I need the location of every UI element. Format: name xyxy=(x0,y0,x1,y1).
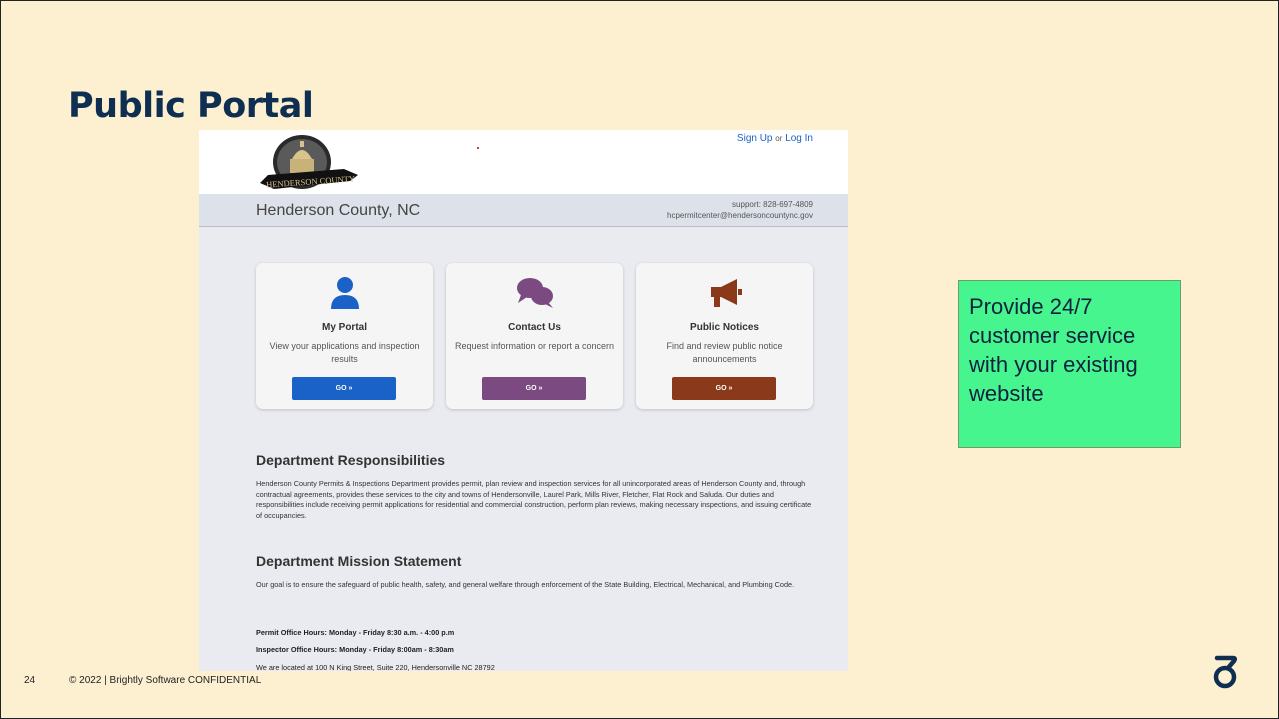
responsibilities-text: Henderson County Permits & Inspections D… xyxy=(256,479,812,520)
red-dot xyxy=(477,147,479,149)
support-email[interactable]: hcpermitcenter@hendersoncountync.gov xyxy=(667,210,813,221)
my-portal-go-button[interactable]: GO » xyxy=(292,377,396,400)
card-public-notices: Public Notices Find and review public no… xyxy=(636,263,813,409)
or-label: or xyxy=(775,134,783,143)
mission-heading: Department Mission Statement xyxy=(256,553,462,569)
county-seal-logo[interactable]: HENDERSON COUNTY xyxy=(254,133,362,198)
signup-link[interactable]: Sign Up xyxy=(737,133,773,144)
card-description: View your applications and inspection re… xyxy=(269,341,420,364)
footer-text: © 2022 | Brightly Software CONFIDENTIAL xyxy=(69,675,262,686)
support-info: support: 828-697-4809 hcpermitcenter@hen… xyxy=(667,199,813,221)
county-name: Henderson County, NC xyxy=(256,202,421,219)
card-contact-us: Contact Us Request information or report… xyxy=(446,263,623,409)
card-title: My Portal xyxy=(321,322,367,333)
card-my-portal: My Portal View your applications and ins… xyxy=(256,263,433,409)
card-title: Contact Us xyxy=(508,322,561,333)
page-number: 24 xyxy=(24,675,36,686)
card-title: Public Notices xyxy=(690,322,759,333)
user-icon xyxy=(256,275,433,311)
responsibilities-heading: Department Responsibilities xyxy=(256,452,446,468)
contact-us-go-button[interactable]: GO » xyxy=(482,377,586,400)
brightly-logo-icon xyxy=(1209,654,1243,695)
megaphone-icon xyxy=(636,275,813,311)
inspector-hours: Inspector Office Hours: Monday - Friday … xyxy=(256,645,454,654)
mission-text: Our goal is to ensure the safeguard of p… xyxy=(256,580,795,589)
auth-links: Sign Up or Log In xyxy=(737,133,813,144)
slide-title: Public Portal xyxy=(68,86,314,126)
portal-header: Henderson County, NC support: 828-697-48… xyxy=(199,194,848,227)
portal-screenshot: HENDERSON COUNTY Sign Up or Log In Hende… xyxy=(199,130,848,671)
public-notices-go-button[interactable]: GO » xyxy=(672,377,776,400)
portal-topbar: HENDERSON COUNTY Sign Up or Log In xyxy=(199,130,848,194)
card-description: Find and review public notice announceme… xyxy=(666,341,783,364)
permit-hours: Permit Office Hours: Monday - Friday 8:3… xyxy=(256,628,455,637)
location-text: We are located at 100 N King Street, Sui… xyxy=(256,663,495,671)
login-link[interactable]: Log In xyxy=(785,133,813,144)
chat-bubbles-icon xyxy=(446,275,623,311)
card-description: Request information or report a concern xyxy=(454,341,615,351)
callout-box: Provide 24/7 customer service with your … xyxy=(958,280,1181,448)
support-phone: support: 828-697-4809 xyxy=(732,200,813,209)
